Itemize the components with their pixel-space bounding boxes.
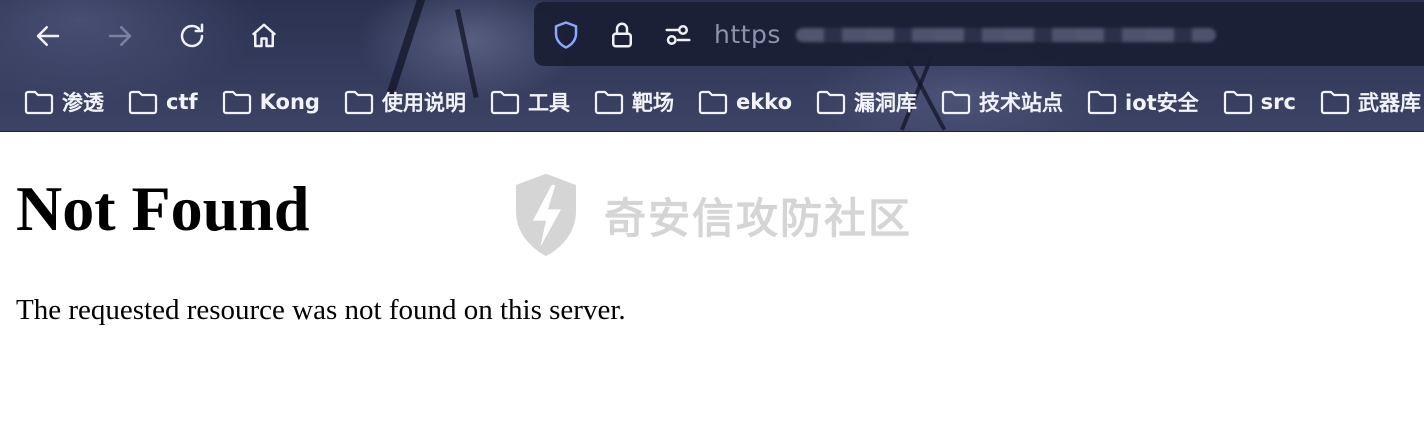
bookmark-label: src	[1260, 90, 1296, 114]
bookmark-label: 渗透	[62, 91, 104, 115]
watermark: 奇安信攻防社区	[508, 170, 912, 260]
bookmark-label: ekko	[735, 90, 792, 114]
folder-icon	[1087, 90, 1117, 115]
folder-icon	[698, 90, 728, 115]
folder-icon	[1320, 90, 1350, 115]
error-message: The requested resource was not found on …	[16, 294, 626, 326]
bookmark-label: iot安全	[1125, 91, 1199, 115]
shield-icon	[554, 21, 578, 49]
bookmark-folder[interactable]: 使用说明	[344, 82, 466, 122]
lock-icon	[612, 22, 632, 48]
reload-button[interactable]	[172, 16, 212, 56]
url-redacted-area	[796, 28, 1216, 42]
bookmark-label: ctf	[166, 90, 198, 114]
url-text: https	[714, 20, 781, 49]
bookmark-label: 漏洞库	[854, 91, 917, 115]
folder-icon	[490, 90, 520, 115]
home-button[interactable]	[244, 16, 284, 56]
folder-icon	[344, 90, 374, 115]
bookmark-folder[interactable]: iot安全	[1087, 82, 1199, 122]
bookmarks-bar: 渗透 ctf Kong 使用说明 工具 靶场 ekko 漏洞库 技术站点 iot安全 src 武器库	[24, 82, 1424, 122]
bookmark-folder[interactable]: src	[1223, 82, 1296, 122]
browser-chrome: https 渗透 ctf Kong 使用说明 工具 靶场 ekko 漏洞库 技术站点 iot安全 s…	[0, 0, 1424, 132]
back-button[interactable]	[28, 16, 68, 56]
bookmark-folder[interactable]: ekko	[698, 82, 792, 122]
arrow-right-icon	[108, 26, 132, 46]
folder-icon	[1223, 90, 1252, 115]
bookmark-label: 技术站点	[979, 91, 1063, 115]
forward-button[interactable]	[100, 16, 140, 56]
folder-icon	[816, 90, 846, 115]
bookmark-folder[interactable]: 技术站点	[941, 82, 1063, 122]
folder-icon	[24, 90, 54, 115]
arrow-left-icon	[36, 26, 60, 46]
folder-icon	[128, 90, 158, 115]
bookmark-folder[interactable]: 武器库	[1320, 82, 1421, 122]
address-bar[interactable]: https	[534, 2, 1424, 66]
tracking-protection-button[interactable]	[550, 19, 582, 51]
page-heading: Not Found	[16, 173, 310, 244]
bookmark-folder[interactable]: 工具	[490, 82, 570, 122]
watermark-text: 奇安信攻防社区	[604, 193, 913, 243]
site-security-button[interactable]	[606, 19, 638, 51]
bookmark-folder[interactable]: 漏洞库	[816, 82, 917, 122]
bookmark-folder[interactable]: Kong	[222, 82, 320, 122]
bookmark-label: 武器库	[1357, 91, 1421, 115]
folder-icon	[941, 90, 971, 115]
bookmark-folder[interactable]: 靶场	[594, 82, 674, 122]
lightning-shield-icon	[516, 173, 576, 257]
folder-icon	[222, 90, 251, 115]
reload-icon	[180, 23, 204, 48]
folder-icon	[594, 90, 624, 115]
bookmark-folder[interactable]: 渗透	[24, 82, 104, 122]
site-permissions-button[interactable]	[662, 19, 694, 51]
bookmark-label: 靶场	[631, 91, 674, 115]
permissions-icon	[665, 25, 691, 45]
page-content: Not Found 奇安信攻防社区 The requested resource…	[0, 132, 1424, 428]
home-icon	[251, 23, 277, 48]
bookmark-label: 工具	[527, 91, 570, 115]
bookmark-label: Kong	[259, 90, 320, 114]
bookmark-folder[interactable]: ctf	[128, 82, 198, 122]
bookmark-label: 使用说明	[381, 91, 466, 115]
